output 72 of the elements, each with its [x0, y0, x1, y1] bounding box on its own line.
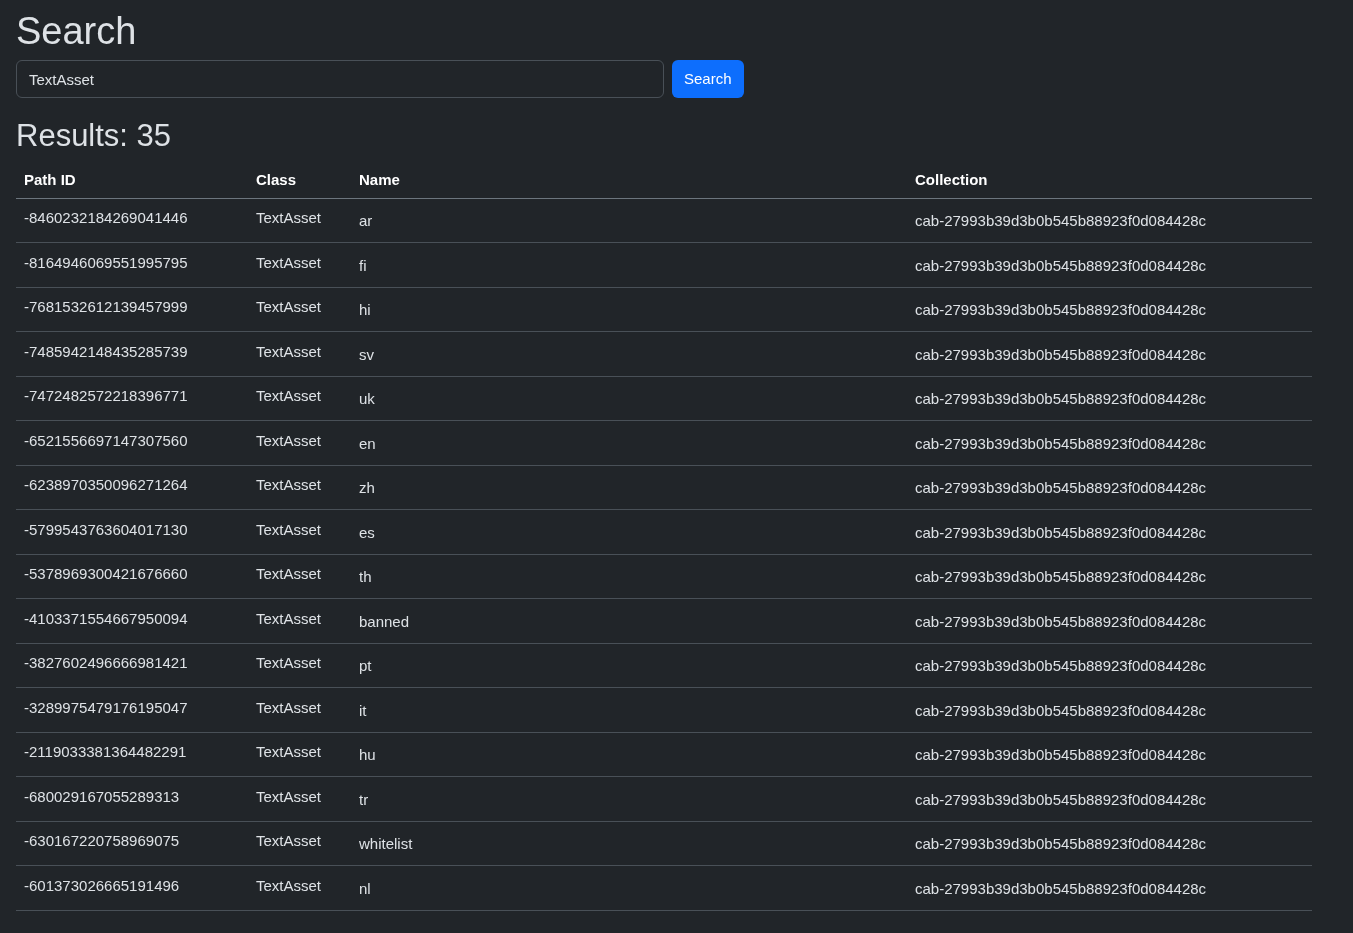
- table-cell: cab-27993b39d3b0b545b88923f0d084428c: [915, 701, 1207, 719]
- table-cell: tr: [359, 790, 369, 808]
- table-cell: nl: [359, 879, 371, 897]
- table-cell: -5799543763604017130: [24, 520, 188, 538]
- column-header: Class: [256, 171, 297, 188]
- table-cell: cab-27993b39d3b0b545b88923f0d084428c: [915, 790, 1207, 808]
- page-title: Search: [16, 9, 137, 54]
- table-cell: en: [359, 434, 376, 452]
- column-header: Path ID: [24, 171, 76, 188]
- table-cell: cab-27993b39d3b0b545b88923f0d084428c: [915, 612, 1207, 630]
- table-cell: -6238970350096271264: [24, 476, 188, 493]
- table-cell: es: [359, 523, 375, 541]
- table-cell: hu: [359, 746, 376, 763]
- table-cell: -3289975479176195047: [24, 698, 188, 716]
- table-cell: -5378969300421676660: [24, 565, 188, 582]
- table-cell: -3827602496666981421: [24, 654, 188, 671]
- table-cell: TextAsset: [256, 876, 322, 894]
- table-cell: -7485942148435285739: [24, 342, 188, 360]
- table-cell: cab-27993b39d3b0b545b88923f0d084428c: [915, 345, 1207, 363]
- table-cell: zh: [359, 479, 375, 496]
- search-field[interactable]: TextAsset: [16, 60, 664, 98]
- table-cell: cab-27993b39d3b0b545b88923f0d084428c: [915, 879, 1207, 897]
- table-cell: TextAsset: [256, 209, 322, 226]
- table-cell: cab-27993b39d3b0b545b88923f0d084428c: [915, 301, 1207, 318]
- table-cell: banned: [359, 612, 410, 630]
- table-cell: cab-27993b39d3b0b545b88923f0d084428c: [915, 657, 1207, 674]
- table-cell: cab-27993b39d3b0b545b88923f0d084428c: [915, 479, 1207, 496]
- table-cell: cab-27993b39d3b0b545b88923f0d084428c: [915, 212, 1207, 229]
- table-cell: cab-27993b39d3b0b545b88923f0d084428c: [915, 835, 1207, 852]
- table-cell: th: [359, 568, 372, 585]
- table-cell: sv: [359, 345, 374, 363]
- table-cell: cab-27993b39d3b0b545b88923f0d084428c: [915, 434, 1207, 452]
- table-cell: it: [359, 701, 367, 719]
- table-cell: TextAsset: [256, 253, 322, 271]
- table-cell: TextAsset: [256, 298, 322, 315]
- table-cell: TextAsset: [256, 476, 322, 493]
- table-cell: -2119033381364482291: [24, 743, 187, 760]
- table-cell: -7472482572218396771: [24, 387, 188, 404]
- column-header: Name: [359, 171, 400, 188]
- table-cell: TextAsset: [256, 654, 322, 671]
- table-cell: cab-27993b39d3b0b545b88923f0d084428c: [915, 746, 1207, 763]
- table-cell: cab-27993b39d3b0b545b88923f0d084428c: [915, 390, 1207, 407]
- table-cell: -8164946069551995795: [24, 253, 188, 271]
- table-cell: TextAsset: [256, 609, 322, 627]
- table-cell: -4103371554667950094: [24, 609, 188, 627]
- table-cell: -601373026665191496: [24, 876, 180, 894]
- column-header: Collection: [915, 171, 988, 188]
- table-cell: fi: [359, 256, 367, 274]
- table-cell: TextAsset: [256, 787, 322, 805]
- table-cell: cab-27993b39d3b0b545b88923f0d084428c: [915, 256, 1207, 274]
- table-cell: -680029167055289313: [24, 787, 180, 805]
- table-cell: TextAsset: [256, 387, 322, 404]
- table-cell: -6521556697147307560: [24, 431, 188, 449]
- table-cell: TextAsset: [256, 832, 322, 849]
- table-cell: cab-27993b39d3b0b545b88923f0d084428c: [915, 523, 1207, 541]
- table-cell: TextAsset: [256, 520, 322, 538]
- table-cell: whitelist: [359, 835, 413, 852]
- table-cell: TextAsset: [256, 743, 322, 760]
- table-cell: TextAsset: [256, 342, 322, 360]
- table-cell: TextAsset: [256, 431, 322, 449]
- search-button[interactable]: Search: [672, 60, 744, 98]
- table-cell: pt: [359, 657, 372, 674]
- table-cell: TextAsset: [256, 565, 322, 582]
- results-heading: Results: 35: [16, 117, 172, 155]
- table-cell: ar: [359, 212, 373, 229]
- table-cell: -7681532612139457999: [24, 298, 188, 315]
- table-cell: -8460232184269041446: [24, 209, 188, 226]
- table-cell: hi: [359, 301, 371, 318]
- table-cell: cab-27993b39d3b0b545b88923f0d084428c: [915, 568, 1207, 585]
- table-cell: TextAsset: [256, 698, 322, 716]
- table-cell: uk: [359, 390, 375, 407]
- table-cell: -630167220758969075: [24, 832, 180, 849]
